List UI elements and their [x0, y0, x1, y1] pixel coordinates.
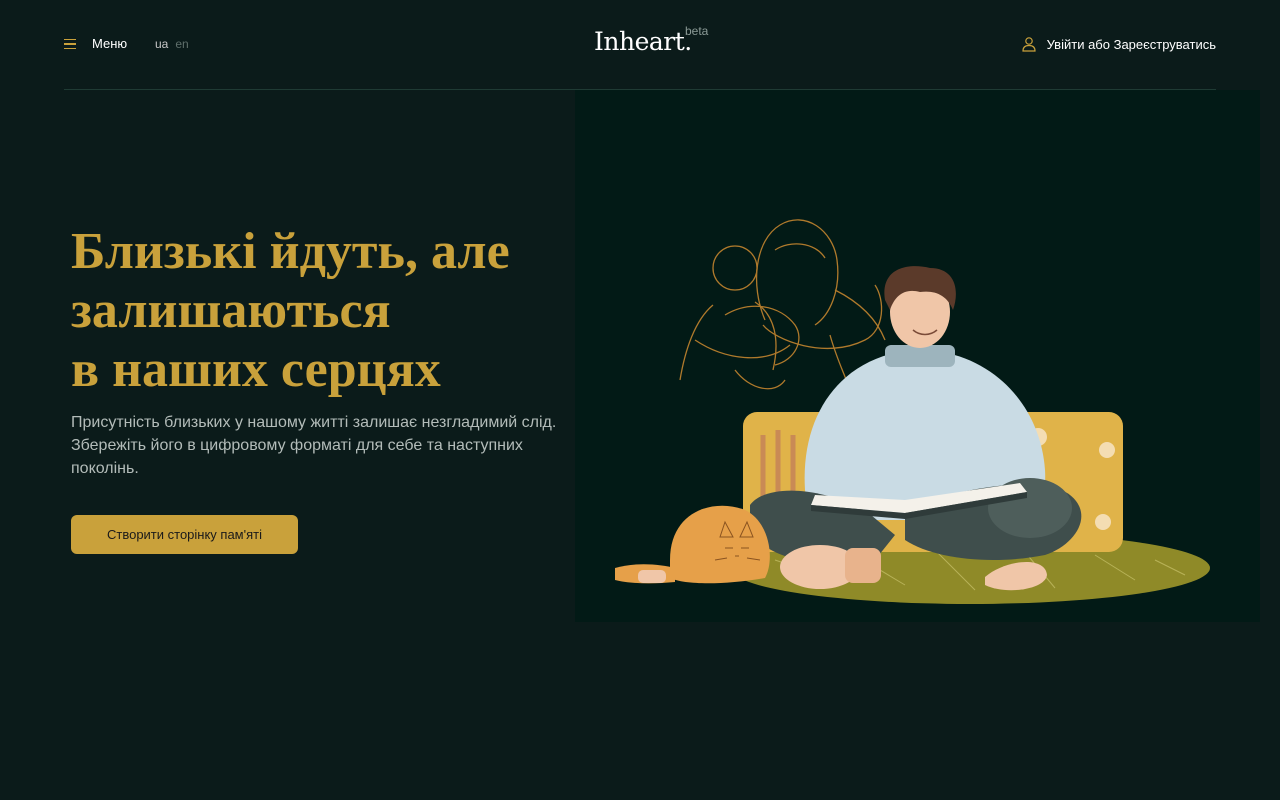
hero-illustration: [575, 90, 1260, 622]
hero-title-line-3: в наших серцях: [71, 341, 441, 398]
login-register-label: Увійти або Зареєструватись: [1046, 36, 1216, 52]
site-header: Меню ua en Inheart. beta Увійти або Заре…: [64, 0, 1216, 90]
cat: [670, 505, 770, 584]
site-logo[interactable]: Inheart.: [594, 27, 692, 56]
beta-badge: beta: [685, 24, 709, 38]
lang-ua-link[interactable]: ua: [155, 37, 168, 51]
menu-button[interactable]: Меню: [64, 36, 127, 51]
memory-family-outline: [679, 219, 886, 391]
hero-description: Присутність близьких у нашому житті зали…: [71, 414, 557, 477]
burger-menu-icon: [64, 38, 76, 50]
hero-title-line-2: залишаються: [71, 282, 391, 339]
hero-title: Близькі йдуть, але залишаються в наших с…: [71, 222, 571, 399]
lang-en-link[interactable]: en: [175, 37, 188, 51]
reading-man-illustration: [615, 219, 1210, 604]
language-switcher: ua en: [155, 37, 189, 51]
user-icon: [1022, 37, 1036, 52]
create-memorial-page-button[interactable]: Створити сторінку пам'яті: [71, 515, 298, 554]
hero-title-line-1: Близькі йдуть, але: [71, 223, 510, 280]
login-register-link[interactable]: Увійти або Зареєструватись: [1021, 36, 1216, 52]
menu-label: Меню: [92, 36, 128, 51]
